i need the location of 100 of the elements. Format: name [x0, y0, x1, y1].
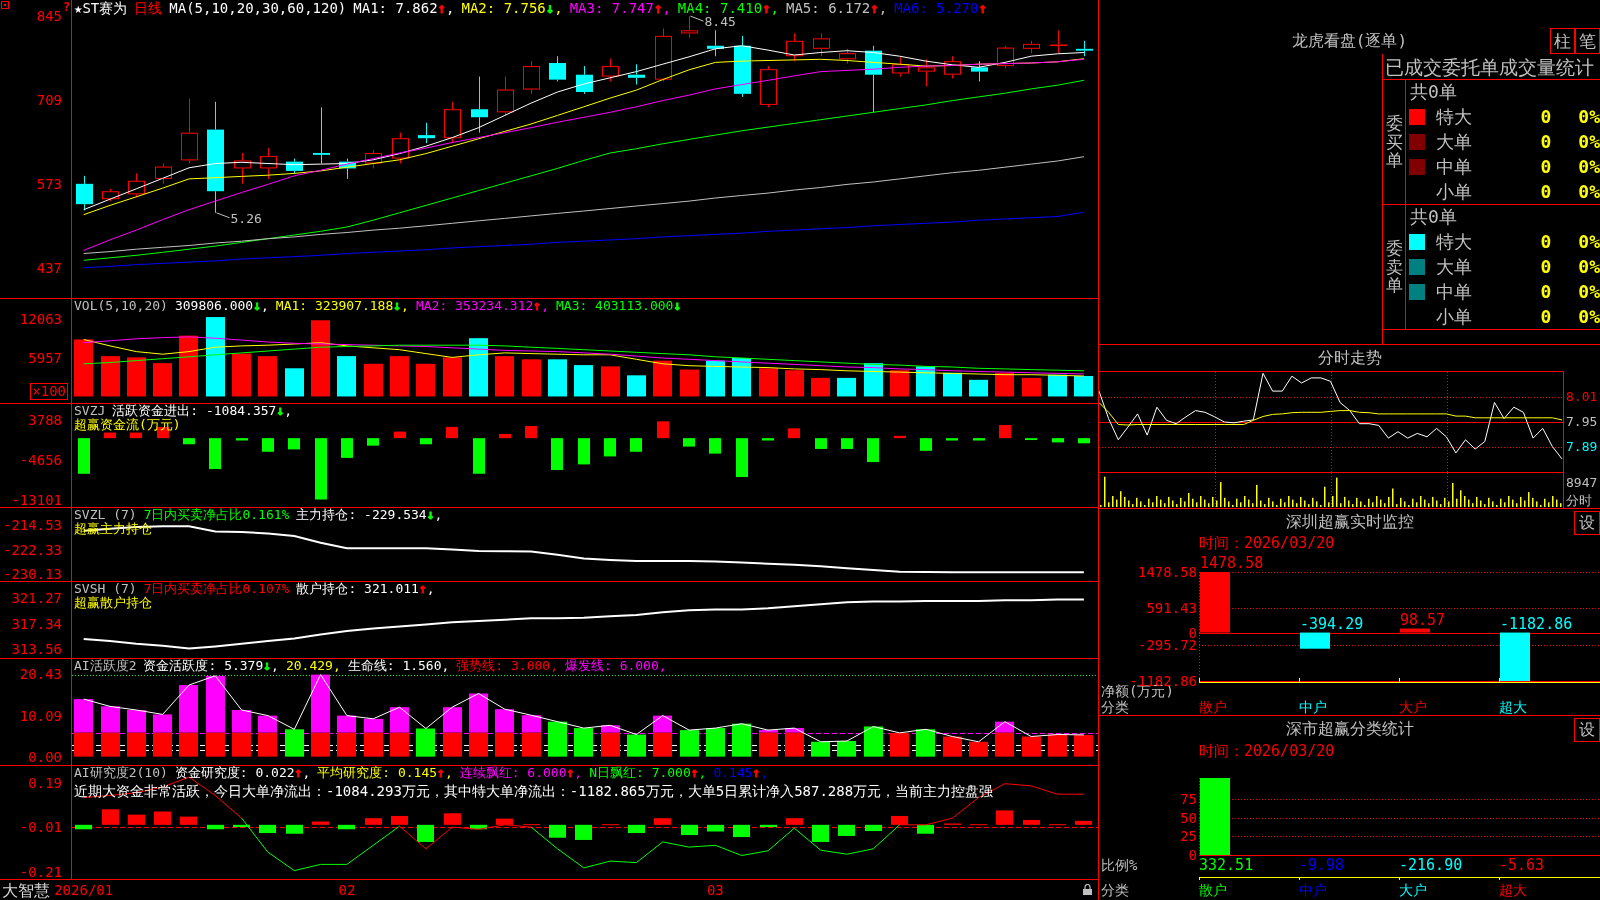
chart-bar — [788, 428, 800, 439]
chart-title: 分时走势 — [1317, 348, 1382, 368]
category-label: 散户 — [1199, 883, 1227, 898]
chart-bar — [130, 432, 142, 439]
chart-bar — [604, 438, 616, 457]
chart-bar — [1022, 377, 1041, 397]
chart-bar — [495, 732, 514, 757]
chart-bar — [891, 815, 908, 825]
order-total: 共0单 — [1410, 81, 1457, 103]
value-label: -1182.86 — [1500, 614, 1573, 633]
chart-bar — [654, 818, 671, 825]
chart-bar — [416, 363, 435, 397]
indicator-label: 7日内买卖净占比0.107% — [143, 582, 290, 596]
chart-bar — [104, 432, 116, 439]
order-count: 0 — [1540, 230, 1552, 253]
date-label: 03 — [706, 881, 724, 899]
view-toggle-button[interactable]: 笔 — [1575, 28, 1600, 54]
order-size-label: 中单 — [1436, 155, 1472, 178]
chart-bar — [733, 824, 750, 838]
chart-bar — [601, 366, 620, 397]
chart-bar — [74, 732, 93, 757]
candlestick — [813, 32, 830, 57]
order-count: 0 — [1540, 180, 1552, 203]
chart-bar — [365, 818, 382, 825]
axis-tick-label: 591.43 — [1146, 600, 1197, 617]
view-toggle-button[interactable]: 柱 — [1550, 28, 1575, 54]
candlestick — [76, 175, 93, 211]
chart-bar — [154, 811, 171, 825]
lock-icon[interactable] — [1083, 884, 1092, 895]
chart-bar — [837, 740, 856, 757]
order-total: 共0单 — [1410, 206, 1457, 228]
chart-bar — [153, 732, 172, 757]
chart-bar — [258, 715, 277, 733]
chart-bar — [364, 363, 383, 397]
help-mark[interactable]: ? — [63, 0, 71, 14]
chart-bar — [258, 732, 277, 757]
candlestick — [602, 58, 619, 82]
order-count: 0 — [1540, 155, 1552, 178]
order-size-label: 中单 — [1436, 280, 1472, 303]
chart-title: 深市超赢分类统计 — [1285, 719, 1414, 739]
chart-bar — [495, 356, 514, 397]
candlestick — [892, 55, 909, 78]
chart-bar — [549, 824, 566, 838]
chart-bar — [627, 734, 646, 757]
value-label: -5.63 — [1499, 857, 1545, 873]
chart-bar — [390, 707, 409, 733]
indicator-label: AI研究度2(10) — [74, 766, 168, 780]
chart-bar — [207, 824, 224, 830]
chart-bar — [495, 709, 514, 733]
indicator-label: MA4: 7.410↑, — [677, 0, 779, 16]
chart-bar — [74, 699, 93, 733]
axis-tick-label: 709 — [36, 92, 62, 108]
candlestick — [392, 132, 409, 164]
candlestick — [734, 35, 751, 98]
chart-bar — [630, 438, 642, 452]
chart-bar — [183, 438, 195, 445]
chart-bar — [683, 438, 695, 447]
annotation: 8.45 — [704, 14, 736, 30]
chart-bar — [575, 824, 592, 840]
chart-bar — [996, 810, 1013, 825]
chart-bar — [78, 438, 90, 474]
chart-bar — [469, 338, 488, 397]
chart-bar — [815, 438, 827, 449]
chart-bar — [259, 824, 276, 834]
candlestick — [523, 60, 540, 95]
chart-bar — [1500, 632, 1530, 681]
candlestick — [313, 106, 330, 164]
chart-bar — [917, 824, 934, 834]
chart-bar — [102, 809, 119, 825]
chart-bar — [312, 821, 329, 825]
axis-tick-label: 3788 — [28, 412, 62, 429]
chart-bar — [232, 732, 251, 757]
chart-bar — [443, 707, 462, 733]
axis-tick-label: 321.27 — [11, 589, 62, 606]
chart-bar — [653, 715, 672, 733]
chart-bar — [232, 353, 251, 397]
chart-bar — [394, 431, 406, 439]
order-size-label: 特大 — [1436, 105, 1472, 128]
candlestick — [286, 158, 303, 175]
chart-bar — [916, 729, 935, 757]
chart-bar — [258, 356, 277, 397]
chart-bar — [680, 730, 699, 757]
chart-bar — [1022, 736, 1041, 757]
chart-bar — [233, 824, 250, 828]
chart-bar — [337, 715, 356, 733]
chart-subtitle: 时间：2026/03/20 — [1199, 742, 1335, 760]
axis-tick-label: 25 — [1180, 828, 1197, 845]
chart-bar — [1048, 374, 1067, 397]
brand-name: 大智慧 — [1, 880, 50, 900]
chart-bar — [548, 359, 567, 397]
indicator-label: 连续飘红: 6.000↑, — [459, 766, 583, 780]
candlestick — [155, 163, 172, 185]
chart-bar — [337, 356, 356, 397]
settings-button[interactable]: 设 — [1574, 718, 1600, 742]
indicator-label: 309806.000↓, — [174, 299, 269, 313]
chart-bar — [101, 706, 120, 733]
chart-bar — [522, 359, 541, 397]
candlestick — [839, 48, 856, 65]
chart-bar — [209, 438, 221, 470]
settings-button[interactable]: 设 — [1574, 511, 1600, 535]
